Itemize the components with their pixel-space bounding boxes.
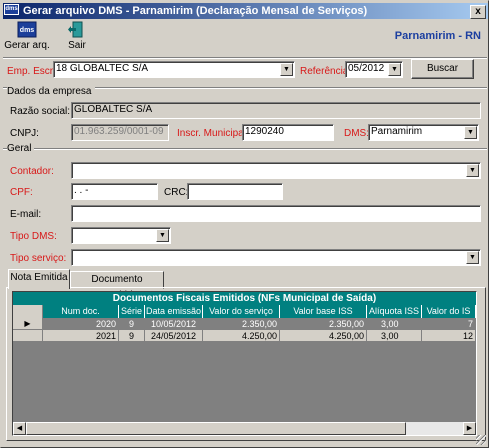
crc-label: CRC: [164, 187, 189, 198]
contador-label: Contador: [10, 166, 54, 177]
emp-escr-combo[interactable]: 18 GLOBALTEC S/A ▼ [53, 61, 295, 78]
col-header-serie[interactable]: Série [119, 305, 145, 318]
contador-combo[interactable]: ▼ [71, 162, 481, 179]
emp-escr-label: Emp. Escr.: [7, 66, 59, 77]
chevron-down-icon[interactable]: ▼ [464, 126, 477, 139]
cell-data-emissao[interactable]: 24/05/2012 [145, 330, 203, 342]
table-row[interactable]: ▶ 2020 9 10/05/2012 2.350,00 2.350,00 3,… [13, 318, 476, 330]
generate-file-label: Gerar arq. [4, 40, 50, 51]
razao-label: Razão social: [10, 106, 71, 117]
scroll-left-icon[interactable]: ◀ [13, 422, 26, 435]
referencia-label: Referência: [300, 66, 352, 77]
documents-grid[interactable]: Documentos Fiscais Emitidos (NFs Municip… [12, 291, 477, 436]
inscr-municipal-input[interactable]: 1290240 [242, 124, 334, 141]
tipo-dms-label: Tipo DMS: [10, 231, 57, 242]
horizontal-scrollbar[interactable]: ◀ ▶ [13, 422, 476, 435]
cnpj-label: CNPJ: [10, 128, 39, 139]
grid-column-headers: Num doc. Série Data emissão Valor do ser… [13, 305, 476, 318]
dms-file-icon: dms [17, 21, 37, 38]
scroll-right-icon[interactable]: ▶ [463, 422, 476, 435]
exit-label: Sair [68, 40, 86, 51]
search-button[interactable]: Buscar [411, 59, 474, 79]
email-input[interactable] [71, 205, 481, 222]
cell-num-doc[interactable]: 2020 [43, 318, 119, 330]
razao-field: GLOBALTEC S/A [71, 102, 481, 119]
main-window: Gerar arquivo DMS - Parnamirim (Declaraç… [0, 0, 489, 448]
dms-label: DMS: [344, 128, 369, 139]
cell-valor-servico[interactable]: 4.250,00 [203, 330, 280, 342]
location-label: Parnamirim - RN [394, 30, 481, 42]
app-icon: dms [4, 4, 19, 15]
geral-section-label: Geral [7, 143, 35, 154]
cpf-input[interactable]: . . - [71, 183, 158, 200]
cpf-label: CPF: [10, 187, 33, 198]
scrollbar-thumb[interactable] [26, 422, 406, 435]
inscr-municipal-label: Inscr. Municipal: [177, 128, 249, 139]
tipo-servico-combo[interactable]: ▼ [71, 249, 481, 266]
grid-title: Documentos Fiscais Emitidos (NFs Municip… [13, 292, 476, 305]
tipo-dms-combo[interactable]: ▼ [71, 227, 171, 244]
cnpj-field: 01.963.259/0001-09 [71, 124, 169, 141]
cell-num-doc[interactable]: 2021 [43, 330, 119, 342]
cell-aliquota-iss[interactable]: 3,00 [367, 330, 422, 342]
cell-valor-iss[interactable]: 7 [422, 318, 476, 330]
empresa-section-label: Dados da empresa [7, 86, 95, 97]
tab-nota-emitida[interactable]: Nota Emitida [8, 269, 70, 289]
referencia-combo[interactable]: 05/2012 ▼ [345, 61, 403, 78]
cell-valor-base-iss[interactable]: 4.250,00 [280, 330, 367, 342]
col-header-num-doc[interactable]: Num doc. [43, 305, 119, 318]
row-pointer-icon: ▶ [13, 318, 43, 330]
exit-button[interactable]: Sair [54, 21, 100, 57]
col-header-valor-base-iss[interactable]: Valor base ISS [280, 305, 367, 318]
cell-valor-servico[interactable]: 2.350,00 [203, 318, 280, 330]
row-indicator-header [13, 305, 43, 318]
dms-combo[interactable]: Parnamirim ▼ [368, 124, 479, 141]
chevron-down-icon[interactable]: ▼ [156, 229, 169, 242]
emp-escr-value: 18 GLOBALTEC S/A [56, 63, 149, 74]
col-header-valor-servico[interactable]: Valor do serviço [203, 305, 280, 318]
window-title: Gerar arquivo DMS - Parnamirim (Declaraç… [23, 5, 368, 17]
cell-valor-base-iss[interactable]: 2.350,00 [280, 318, 367, 330]
generate-file-button[interactable]: dms Gerar arq. [4, 21, 50, 57]
col-header-valor-iss[interactable]: Valor do IS [422, 305, 476, 318]
chevron-down-icon[interactable]: ▼ [388, 63, 401, 76]
geral-divider [3, 148, 487, 150]
resize-grip-icon[interactable] [476, 435, 486, 445]
svg-text:dms: dms [20, 27, 35, 34]
table-row[interactable]: 2021 9 24/05/2012 4.250,00 4.250,00 3,00… [13, 330, 476, 342]
cell-data-emissao[interactable]: 10/05/2012 [145, 318, 203, 330]
exit-door-icon [68, 21, 83, 38]
dms-value: Parnamirim [371, 126, 423, 137]
col-header-aliquota-iss[interactable]: Alíquota ISS [367, 305, 422, 318]
crc-input[interactable] [187, 183, 283, 200]
col-header-data-emissao[interactable]: Data emissão [145, 305, 203, 318]
cell-serie[interactable]: 9 [119, 318, 145, 330]
chevron-down-icon[interactable]: ▼ [466, 251, 479, 264]
tipo-servico-label: Tipo serviço: [10, 253, 67, 264]
cell-aliquota-iss[interactable]: 3,00 [367, 318, 422, 330]
row-indicator [13, 330, 43, 342]
email-label: E-mail: [10, 209, 42, 220]
close-button[interactable]: x [470, 5, 486, 19]
chevron-down-icon[interactable]: ▼ [466, 164, 479, 177]
title-bar[interactable]: Gerar arquivo DMS - Parnamirim (Declaraç… [3, 3, 488, 19]
cell-valor-iss[interactable]: 12 [422, 330, 476, 342]
cell-serie[interactable]: 9 [119, 330, 145, 342]
chevron-down-icon[interactable]: ▼ [280, 63, 293, 76]
referencia-value: 05/2012 [348, 63, 385, 74]
